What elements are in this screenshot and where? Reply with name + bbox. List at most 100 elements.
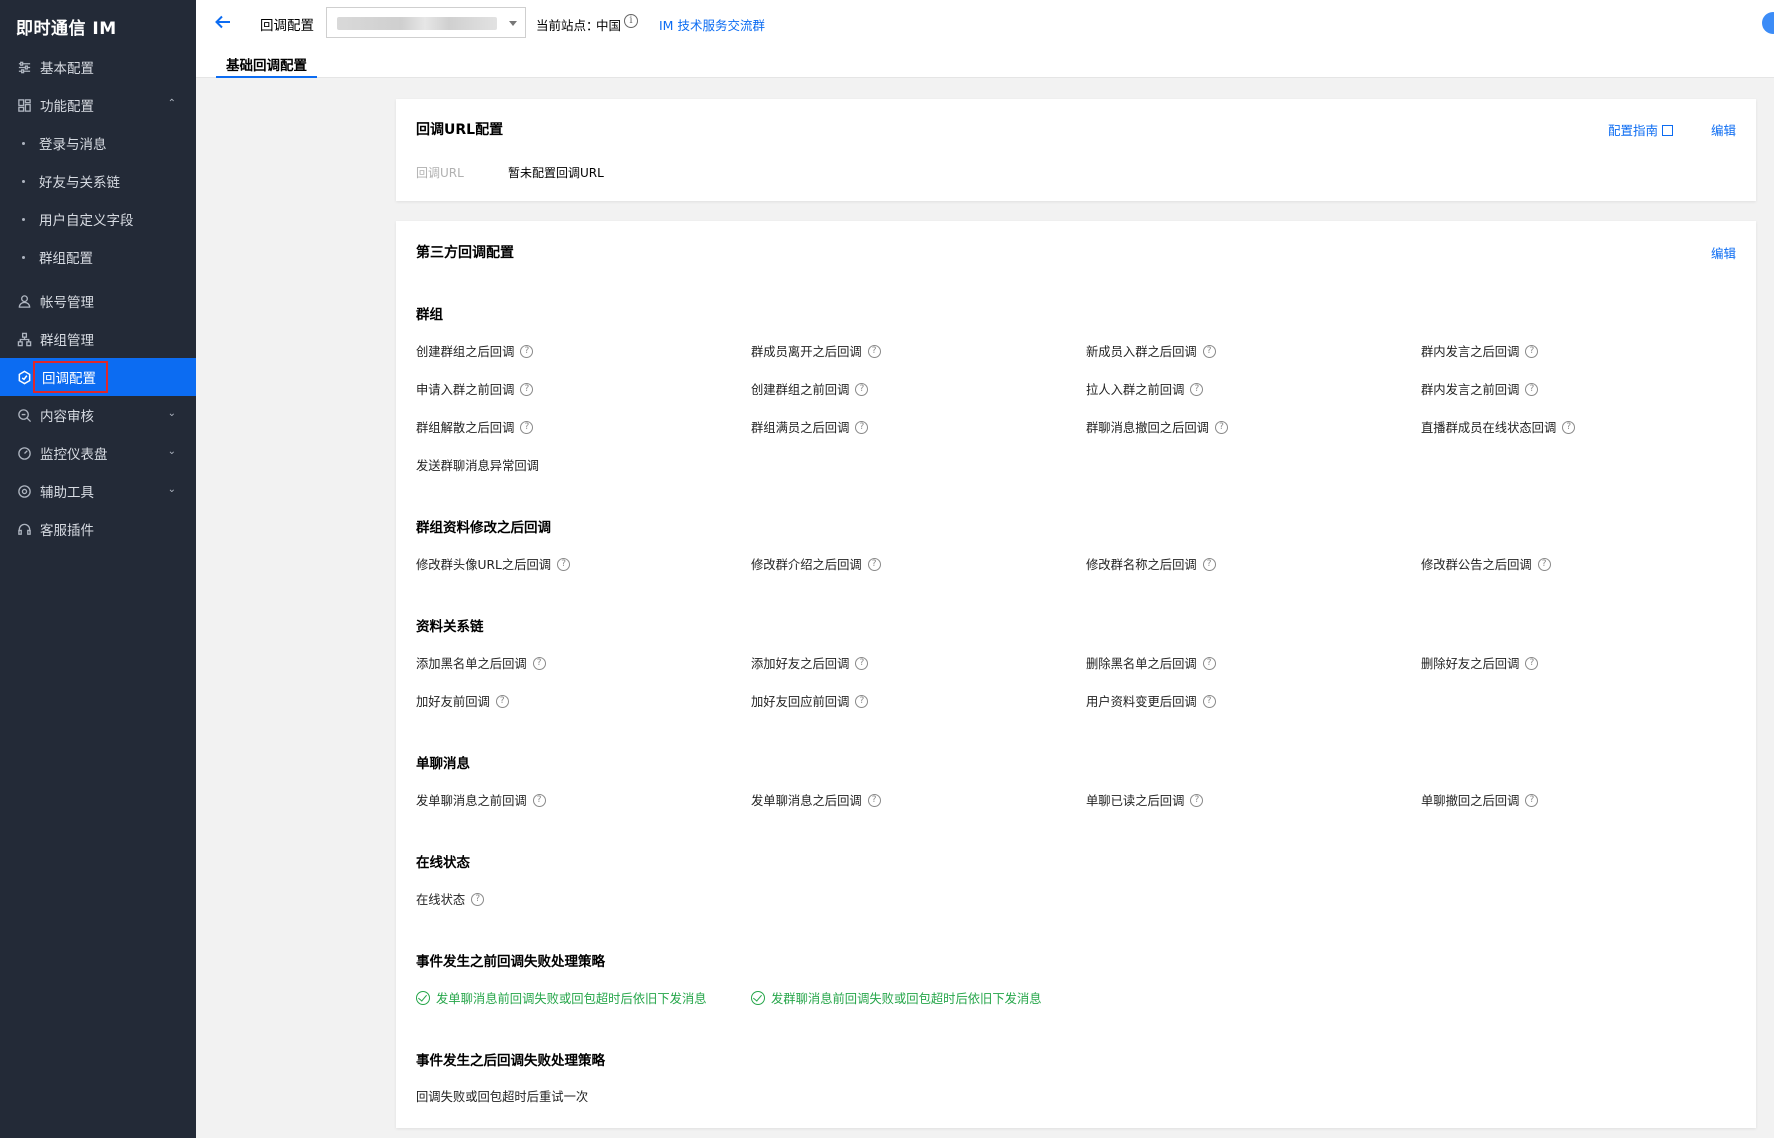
help-icon[interactable]: ? bbox=[1190, 793, 1204, 807]
app-select[interactable] bbox=[326, 7, 526, 38]
callback-item-label: 发送群聊消息异常回调 bbox=[416, 459, 539, 473]
help-icon[interactable]: ? bbox=[520, 344, 534, 358]
sidebar-item-group-management[interactable]: 群组管理 bbox=[0, 320, 196, 358]
sidebar-item-label: 功能配置 bbox=[40, 99, 94, 115]
edit-third-party-link[interactable]: 编辑 bbox=[1711, 243, 1736, 262]
callback-item: 修改群头像URL之后回调? bbox=[416, 545, 751, 583]
callback-item: 创建群组之前回调? bbox=[751, 370, 1086, 408]
callback-item: 申请入群之前回调? bbox=[416, 370, 751, 408]
callback-item-label: 修改群头像URL之后回调 bbox=[416, 558, 552, 572]
info-icon[interactable]: i bbox=[624, 14, 638, 28]
help-icon[interactable]: ? bbox=[557, 557, 571, 571]
sidebar-subitem-login-message[interactable]: 登录与消息 bbox=[0, 124, 196, 162]
sidebar-subitem-label: 好友与关系链 bbox=[39, 175, 120, 191]
callback-item: 删除黑名单之后回调? bbox=[1086, 644, 1421, 682]
help-icon[interactable]: ? bbox=[1562, 420, 1576, 434]
help-icon[interactable]: ? bbox=[867, 344, 881, 358]
callback-item: 群组满员之后回调? bbox=[751, 408, 1086, 446]
help-icon[interactable]: ? bbox=[495, 694, 509, 708]
help-icon[interactable]: ? bbox=[1202, 694, 1216, 708]
sidebar-item-audit[interactable]: 内容审核 ⌄ bbox=[0, 396, 196, 434]
section-title-group-profile: 群组资料修改之后回调 bbox=[416, 520, 551, 536]
callback-item: 在线状态? bbox=[416, 880, 751, 918]
callback-item-label: 添加黑名单之后回调 bbox=[416, 657, 527, 671]
help-icon[interactable]: ? bbox=[867, 557, 881, 571]
help-icon[interactable]: ? bbox=[855, 382, 869, 396]
sidebar-item-label: 辅助工具 bbox=[40, 485, 94, 501]
callback-item: 单聊已读之后回调? bbox=[1086, 781, 1421, 819]
callback-item: 单聊撤回之后回调? bbox=[1421, 781, 1756, 819]
sidebar-subitem-custom-fields[interactable]: 用户自定义字段 bbox=[0, 200, 196, 238]
help-icon[interactable]: ? bbox=[532, 656, 546, 670]
help-icon[interactable]: ? bbox=[1202, 656, 1216, 670]
sidebar-item-service[interactable]: 客服插件 bbox=[0, 510, 196, 548]
sidebar-item-label: 客服插件 bbox=[40, 523, 94, 539]
help-icon[interactable]: ? bbox=[1525, 793, 1539, 807]
section-title-group: 群组 bbox=[416, 307, 443, 323]
help-icon[interactable]: ? bbox=[1525, 344, 1539, 358]
callback-item-label: 在线状态 bbox=[416, 893, 466, 907]
tech-group-link[interactable]: IM 技术服务交流群 bbox=[659, 15, 765, 34]
section-title-online: 在线状态 bbox=[416, 855, 470, 871]
help-icon[interactable]: ? bbox=[1537, 557, 1551, 571]
help-icon[interactable]: ? bbox=[1202, 557, 1216, 571]
callback-item-label: 发单聊消息之后回调 bbox=[751, 794, 862, 808]
section-title-c2c: 单聊消息 bbox=[416, 756, 470, 772]
callback-item-label: 修改群名称之后回调 bbox=[1086, 558, 1197, 572]
card-title: 回调URL配置 bbox=[416, 122, 504, 138]
strategy-item-label: 发单聊消息前回调失败或回包超时后依旧下发消息 bbox=[436, 992, 707, 1006]
relation-callback-grid: 添加黑名单之后回调? 添加好友之后回调? 删除黑名单之后回调? 删除好友之后回调… bbox=[416, 644, 1756, 720]
callback-item-label: 群组满员之后回调 bbox=[751, 421, 850, 435]
help-icon[interactable]: ? bbox=[855, 420, 869, 434]
callback-item-label: 直播群成员在线状态回调 bbox=[1421, 421, 1557, 435]
page-title: 回调配置 bbox=[260, 18, 314, 34]
callback-item: 创建群组之后回调? bbox=[416, 332, 751, 370]
sidebar-item-basic[interactable]: 基本配置 bbox=[0, 48, 196, 86]
dashboard-icon bbox=[16, 97, 32, 113]
help-icon[interactable]: ? bbox=[471, 892, 485, 906]
callback-item: 群组解散之后回调? bbox=[416, 408, 751, 446]
help-icon[interactable]: ? bbox=[532, 793, 546, 807]
avatar[interactable] bbox=[1762, 12, 1774, 34]
bullet-icon bbox=[22, 141, 25, 145]
help-icon[interactable]: ? bbox=[1525, 382, 1539, 396]
headset-icon bbox=[16, 521, 32, 537]
help-icon[interactable]: ? bbox=[520, 420, 534, 434]
help-icon[interactable]: ? bbox=[1214, 420, 1228, 434]
site-label: 当前站点： bbox=[536, 18, 599, 33]
sidebar-item-monitor[interactable]: 监控仪表盘 ⌄ bbox=[0, 434, 196, 472]
tab-basic-callback[interactable]: 基础回调配置 bbox=[216, 52, 317, 78]
callback-url-card: 回调URL配置 配置指南 编辑 回调URL 暂未配置回调URL bbox=[396, 99, 1756, 201]
online-callback-grid: 在线状态? bbox=[416, 880, 1756, 918]
sidebar-subitem-friends[interactable]: 好友与关系链 bbox=[0, 162, 196, 200]
help-icon[interactable]: ? bbox=[1190, 382, 1204, 396]
callback-item: 用户资料变更后回调? bbox=[1086, 682, 1421, 720]
help-icon[interactable]: ? bbox=[1525, 656, 1539, 670]
chevron-down-icon: ⌄ bbox=[167, 446, 176, 457]
sliders-icon bbox=[16, 59, 32, 75]
help-icon[interactable]: ? bbox=[1202, 344, 1216, 358]
callback-item: 加好友回应前回调? bbox=[751, 682, 1086, 720]
help-icon[interactable]: ? bbox=[867, 793, 881, 807]
callback-item: 直播群成员在线状态回调? bbox=[1421, 408, 1756, 446]
help-icon[interactable]: ? bbox=[855, 656, 869, 670]
edit-url-link[interactable]: 编辑 bbox=[1711, 120, 1736, 139]
sidebar-item-callback[interactable]: 回调配置 bbox=[0, 358, 196, 396]
user-icon bbox=[16, 293, 32, 309]
help-icon[interactable]: ? bbox=[520, 382, 534, 396]
sidebar-subitem-group-config[interactable]: 群组配置 bbox=[0, 238, 196, 276]
config-guide-link[interactable]: 配置指南 bbox=[1608, 120, 1673, 139]
sidebar-item-label: 基本配置 bbox=[40, 61, 94, 77]
section-title-after-fail: 事件发生之后回调失败处理策略 bbox=[416, 1053, 605, 1069]
sidebar-item-feature[interactable]: 功能配置 ⌃ bbox=[0, 86, 196, 124]
help-icon[interactable]: ? bbox=[855, 694, 869, 708]
callback-item: 添加黑名单之后回调? bbox=[416, 644, 751, 682]
sidebar-item-tools[interactable]: 辅助工具 ⌄ bbox=[0, 472, 196, 510]
back-arrow-icon[interactable] bbox=[214, 13, 232, 35]
sidebar-item-account[interactable]: 帐号管理 bbox=[0, 282, 196, 320]
callback-item: 修改群公告之后回调? bbox=[1421, 545, 1756, 583]
callback-item: 群聊消息撤回之后回调? bbox=[1086, 408, 1421, 446]
top-bar: 回调配置 当前站点： 中国 i IM 技术服务交流群 基础回调配置 bbox=[196, 0, 1774, 78]
sidebar-nav: 基本配置 功能配置 ⌃ 登录与消息 好友与关系链 用户自定义字段 群组配置 帐号… bbox=[0, 48, 196, 548]
third-party-callback-card: 第三方回调配置 编辑 群组 创建群组之后回调? 群成员离开之后回调? 新成员入群… bbox=[396, 221, 1756, 1128]
